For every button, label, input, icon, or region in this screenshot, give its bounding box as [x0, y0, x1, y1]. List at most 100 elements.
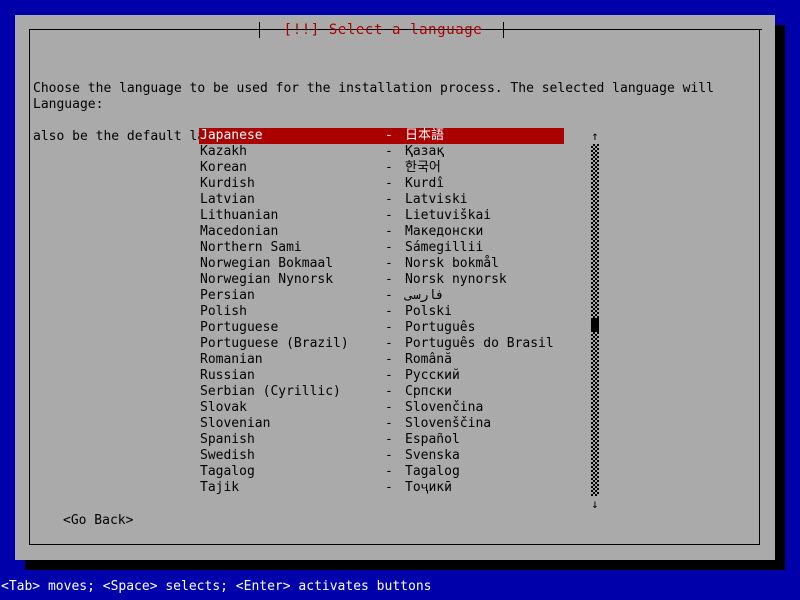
language-english-name: Slovak — [200, 400, 247, 415]
language-separator: - — [385, 240, 393, 255]
language-english-name: Slovenian — [200, 416, 271, 431]
language-native-name: Lietuviškai — [405, 208, 492, 223]
language-native-name: Македонски — [405, 224, 484, 239]
language-english-name: Kurdish — [200, 176, 255, 191]
language-list-item[interactable]: Portuguese (Brazil) - Português do Brasil — [199, 336, 564, 352]
language-list-item[interactable]: Persian - فارسی — [199, 288, 564, 304]
language-list-item[interactable]: Lithuanian - Lietuviškai — [199, 208, 564, 224]
scroll-up-arrow-icon[interactable]: ↑ — [588, 128, 602, 144]
language-list-item[interactable]: Northern Sami - Sámegillii — [199, 240, 564, 256]
language-native-name: فارسی — [405, 288, 445, 303]
language-native-name: Тоҷикӣ — [405, 480, 452, 495]
language-native-name: 日本語 — [405, 128, 445, 143]
language-list-item[interactable]: Slovak - Slovenčina — [199, 400, 564, 416]
language-list-item[interactable]: Macedonian - Македонски — [199, 224, 564, 240]
language-separator: - — [385, 368, 393, 383]
language-separator: - — [385, 448, 393, 463]
language-native-name: Sámegillii — [405, 240, 484, 255]
language-native-name: Slovenčina — [405, 400, 484, 415]
language-separator: - — [385, 384, 393, 399]
language-english-name: Norwegian Nynorsk — [200, 272, 334, 287]
language-separator: - — [385, 336, 393, 351]
language-list-item[interactable]: Latvian - Latviski — [199, 192, 564, 208]
language-separator: - — [385, 416, 393, 431]
language-separator: - — [385, 432, 393, 447]
language-native-name: Português — [405, 320, 476, 335]
language-list-item[interactable]: Norwegian Bokmaal - Norsk bokmål — [199, 256, 564, 272]
language-native-name: Қазақ — [405, 144, 445, 159]
keyboard-hints-statusbar: <Tab> moves; <Space> selects; <Enter> ac… — [0, 576, 800, 600]
language-english-name: Korean — [200, 160, 247, 175]
language-separator: - — [385, 176, 393, 191]
go-back-button[interactable]: <Go Back> — [63, 513, 133, 529]
language-list-item[interactable]: Russian - Русский — [199, 368, 564, 384]
scroll-down-arrow-icon[interactable]: ↓ — [588, 496, 602, 512]
installer-dialog: [!!] Select a language Choose the langua… — [15, 15, 775, 560]
language-english-name: Persian — [200, 288, 255, 303]
language-english-name: Japanese — [200, 128, 263, 143]
language-separator: - — [385, 192, 393, 207]
language-native-name: Kurdî — [405, 176, 445, 191]
language-native-name: Español — [405, 432, 460, 447]
language-english-name: Macedonian — [200, 224, 279, 239]
language-separator: - — [385, 144, 393, 159]
language-list-item[interactable]: Kurdish - Kurdî — [199, 176, 564, 192]
language-list-scrollbar[interactable]: ↑ ↓ — [588, 128, 602, 512]
language-english-name: Portuguese (Brazil) — [200, 336, 349, 351]
language-list-item[interactable]: Kazakh - Қазақ — [199, 144, 564, 160]
language-native-name: Polski — [405, 304, 452, 319]
language-native-name: Српски — [405, 384, 452, 399]
language-native-name: Svenska — [405, 448, 460, 463]
language-separator: - — [385, 464, 393, 479]
language-list-item[interactable]: Spanish - Español — [199, 432, 564, 448]
language-native-name: Русский — [405, 368, 460, 383]
language-english-name: Polish — [200, 304, 247, 319]
language-native-name: Norsk bokmål — [405, 256, 499, 271]
language-list-item[interactable]: Swedish - Svenska — [199, 448, 564, 464]
language-list-item[interactable]: Polish - Polski — [199, 304, 564, 320]
language-separator: - — [385, 320, 393, 335]
titlebar-rule-left — [29, 29, 259, 30]
language-list-item[interactable]: Norwegian Nynorsk - Norsk nynorsk — [199, 272, 564, 288]
language-english-name: Portuguese — [200, 320, 279, 335]
language-list-item[interactable]: Romanian - Română — [199, 352, 564, 368]
scrollbar-thumb[interactable] — [591, 318, 599, 332]
language-english-name: Serbian (Cyrillic) — [200, 384, 341, 399]
language-list-item[interactable]: Tagalog - Tagalog — [199, 464, 564, 480]
language-list-item[interactable]: Portuguese - Português — [199, 320, 564, 336]
language-native-name: Latviski — [405, 192, 468, 207]
language-separator: - — [385, 224, 393, 239]
language-native-name: Português do Brasil — [405, 336, 554, 351]
language-english-name: Tajik — [200, 480, 240, 495]
language-listbox[interactable]: Japanese - 日本語 Kazakh - Қазақ Korean - 한국어 Kurdis… — [199, 128, 564, 512]
language-separator: - — [385, 256, 393, 271]
language-separator: - — [385, 400, 393, 415]
language-list-item[interactable]: Serbian (Cyrillic) - Српски — [199, 384, 564, 400]
language-list-item[interactable]: Slovenian - Slovenščina — [199, 416, 564, 432]
language-english-name: Tagalog — [200, 464, 255, 479]
language-english-name: Latvian — [200, 192, 255, 207]
language-list-item[interactable]: Korean - 한국어 — [199, 160, 564, 176]
description-line-1: Choose the language to be used for the i… — [33, 81, 714, 96]
dialog-title: [!!] Select a language — [283, 22, 483, 38]
language-english-name: Romanian — [200, 352, 263, 367]
language-english-name: Lithuanian — [200, 208, 279, 223]
language-english-name: Swedish — [200, 448, 255, 463]
language-list-item[interactable]: Japanese - 日本語 — [199, 128, 564, 144]
language-english-name: Spanish — [200, 432, 255, 447]
language-native-name: 한국어 — [405, 160, 441, 175]
language-native-name: Tagalog — [405, 464, 460, 479]
language-separator: - — [385, 352, 393, 367]
language-native-name: Română — [405, 352, 452, 367]
language-separator: - — [385, 160, 393, 175]
titlebar-tick-left — [259, 22, 260, 38]
language-english-name: Kazakh — [200, 144, 247, 159]
language-separator: - — [385, 208, 393, 223]
titlebar-tick-right — [503, 22, 504, 38]
installer-screen: [!!] Select a language Choose the langua… — [0, 0, 800, 600]
language-english-name: Russian — [200, 368, 255, 383]
language-separator: - — [385, 480, 393, 495]
language-separator: - — [385, 272, 393, 287]
language-english-name: Northern Sami — [200, 240, 302, 255]
language-list-item[interactable]: Tajik - Тоҷикӣ — [199, 480, 564, 496]
